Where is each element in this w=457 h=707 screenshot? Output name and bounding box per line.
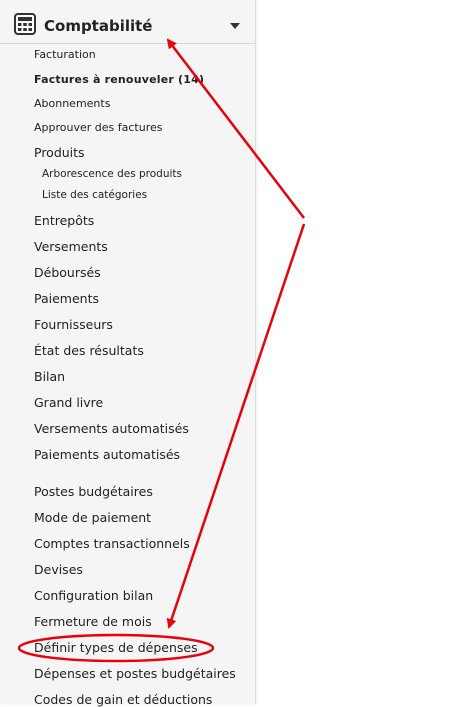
- menu-item-fermeture-mois[interactable]: Fermeture de mois: [34, 614, 152, 629]
- menu-item-depenses-postes[interactable]: Dépenses et postes budgétaires: [34, 666, 236, 681]
- menu-item-entrepots[interactable]: Entrepôts: [34, 213, 94, 228]
- menu-item-definir-types-depenses[interactable]: Définir types de dépenses: [34, 640, 198, 655]
- menu-item-factures-renouveler[interactable]: Factures à renouveler (14): [34, 73, 204, 86]
- sidebar-header[interactable]: Comptabilité: [0, 0, 255, 44]
- menu-item-grand-livre[interactable]: Grand livre: [34, 395, 103, 410]
- menu-item-codes-gain[interactable]: Codes de gain et déductions: [34, 692, 212, 707]
- menu-item-configuration-bilan[interactable]: Configuration bilan: [34, 588, 153, 603]
- menu-item-versements[interactable]: Versements: [34, 239, 108, 254]
- menu-item-paiements[interactable]: Paiements: [34, 291, 99, 306]
- section-title: Comptabilité: [44, 17, 153, 35]
- menu-item-versements-automatises[interactable]: Versements automatisés: [34, 421, 189, 436]
- menu-item-fournisseurs[interactable]: Fournisseurs: [34, 317, 113, 332]
- menu-item-debourses[interactable]: Déboursés: [34, 265, 101, 280]
- menu-item-mode-paiement[interactable]: Mode de paiement: [34, 510, 151, 525]
- calculator-icon: [14, 13, 36, 35]
- menu-item-produits[interactable]: Produits: [34, 145, 85, 160]
- menu-item-comptes-transactionnels[interactable]: Comptes transactionnels: [34, 536, 190, 551]
- menu-item-postes-budgetaires[interactable]: Postes budgétaires: [34, 484, 153, 499]
- menu-item-paiements-automatises[interactable]: Paiements automatisés: [34, 447, 180, 462]
- menu-item-etat-resultats[interactable]: État des résultats: [34, 343, 144, 358]
- submenu-item-arborescence[interactable]: Arborescence des produits: [42, 168, 182, 180]
- menu-item-abonnements[interactable]: Abonnements: [34, 97, 110, 110]
- sidebar: Comptabilité Facturation Factures à reno…: [0, 0, 256, 707]
- menu-item-devises[interactable]: Devises: [34, 562, 83, 577]
- menu-item-bilan[interactable]: Bilan: [34, 369, 65, 384]
- submenu-item-categories[interactable]: Liste des catégories: [42, 189, 147, 201]
- chevron-down-icon[interactable]: [230, 23, 240, 29]
- menu-item-approuver-factures[interactable]: Approuver des factures: [34, 121, 162, 134]
- menu-item-facturation[interactable]: Facturation: [34, 48, 96, 61]
